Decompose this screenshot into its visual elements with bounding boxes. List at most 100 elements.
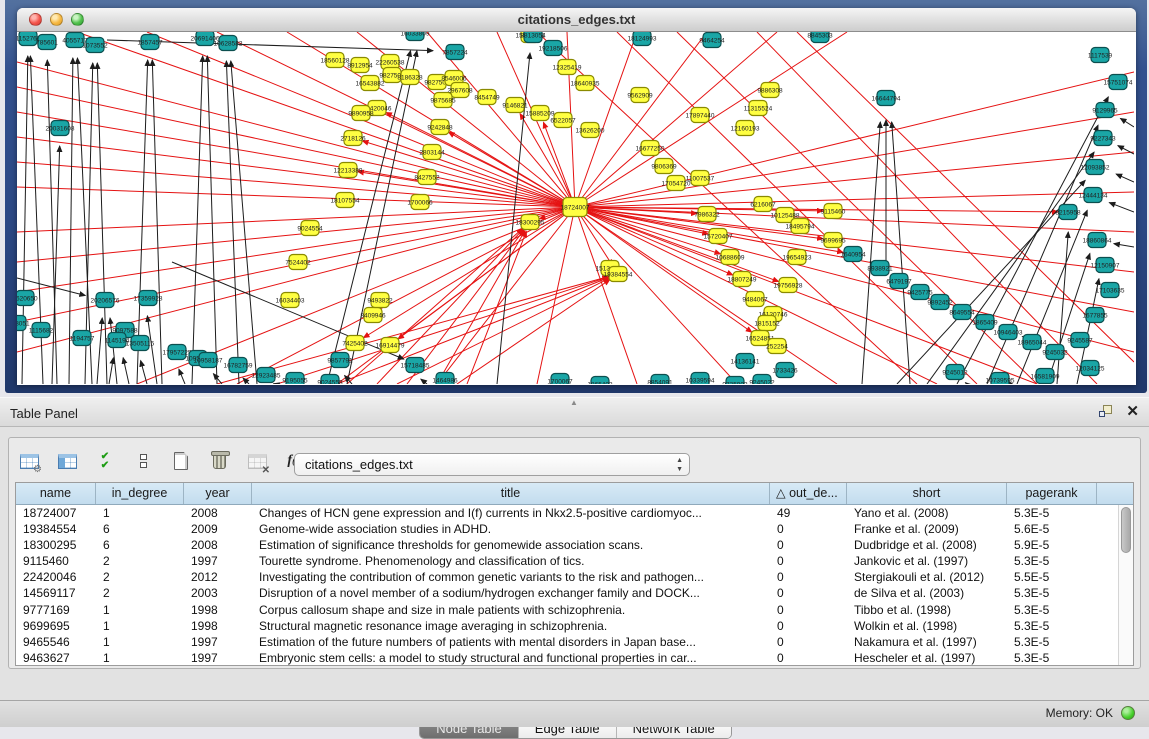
network-node[interactable]: 18107554 — [331, 193, 360, 208]
network-node[interactable]: 16581909 — [1031, 369, 1060, 384]
select-rows-icon[interactable]: ✔✔ — [93, 449, 117, 473]
table-selector-dropdown[interactable]: citations_edges.txt ▲▼ — [294, 453, 690, 476]
network-node[interactable]: 1857457 — [137, 35, 163, 50]
table-scrollbar[interactable] — [1118, 505, 1133, 665]
network-node[interactable]: 9886308 — [757, 83, 783, 98]
network-node[interactable]: 9242848 — [427, 120, 453, 135]
table-row[interactable]: 946554611997Estimation of the future num… — [16, 634, 1133, 650]
network-node[interactable]: 8854091 — [647, 375, 673, 385]
network-node[interactable]: 9735903 — [722, 377, 748, 385]
window-titlebar[interactable]: citations_edges.txt — [17, 8, 1136, 32]
scrollbar-thumb[interactable] — [1121, 507, 1131, 553]
network-node[interactable]: 6479197 — [886, 274, 912, 289]
network-node[interactable]: 9806369 — [651, 159, 677, 174]
network-node[interactable]: 2718126 — [340, 131, 366, 146]
network-node[interactable]: 8186328 — [397, 70, 423, 85]
table-row[interactable]: 1456911722003Disruption of a novel membe… — [16, 585, 1133, 601]
table-row[interactable]: 969969511998Structural magnetic resonanc… — [16, 618, 1133, 634]
network-node[interactable]: 9245012 — [942, 365, 968, 380]
table-row[interactable]: 946362711997Embryonic stem cells: a mode… — [16, 650, 1133, 666]
table-row[interactable]: 2242004622012Investigating the contribut… — [16, 569, 1133, 585]
delete-table-icon[interactable]: ✕ — [245, 449, 269, 473]
network-node[interactable]: 9892452 — [927, 295, 953, 310]
table-row[interactable]: 977716911998Corpus callosum shape and si… — [16, 602, 1133, 618]
column-header-title[interactable]: title — [252, 483, 770, 504]
network-node[interactable]: 785601 — [36, 35, 58, 50]
network-node[interactable]: 2620650 — [17, 291, 38, 306]
network-node[interactable]: 19218506 — [539, 41, 568, 56]
network-node[interactable]: 10946403 — [994, 325, 1023, 340]
network-node[interactable]: 1733426 — [772, 363, 798, 378]
network-node[interactable]: 14136141 — [731, 354, 760, 369]
network-canvas[interactable]: 1872400718560128891295422260538982750916… — [17, 32, 1134, 384]
network-node[interactable]: 7524402 — [285, 255, 311, 270]
network-node[interactable]: 18300295 — [516, 215, 545, 230]
network-node[interactable]: 1700067 — [547, 374, 573, 385]
create-column-icon[interactable] — [169, 449, 193, 473]
network-node[interactable]: 9227343 — [1090, 131, 1116, 146]
network-node[interactable]: 7425402 — [342, 336, 368, 351]
network-node[interactable]: 8215958 — [1055, 205, 1081, 220]
network-node[interactable]: 8912954 — [347, 58, 373, 73]
network-node[interactable]: 1117539 — [1088, 48, 1113, 63]
column-header-year[interactable]: year — [184, 483, 252, 504]
close-panel-icon[interactable]: ✕ — [1126, 404, 1139, 419]
network-node[interactable]: 8813054 — [520, 32, 546, 43]
network-node[interactable]: 1115682 — [29, 323, 54, 338]
network-node[interactable]: 9425775 — [907, 285, 933, 300]
network-node[interactable]: 2803144 — [419, 145, 445, 160]
network-node[interactable]: 16033809 — [401, 32, 430, 41]
network-node[interactable]: 9245032 — [1042, 345, 1068, 360]
column-header-indegree[interactable]: in_degree — [96, 483, 184, 504]
column-header-name[interactable]: name — [16, 483, 96, 504]
panel-resize-handle[interactable]: ▲ — [570, 398, 578, 407]
network-node[interactable]: 12160193 — [731, 121, 760, 136]
network-node[interactable]: 9464254 — [699, 33, 725, 48]
network-node[interactable]: 9146821 — [502, 98, 528, 113]
row-height-icon[interactable] — [131, 449, 155, 473]
network-node[interactable]: 16034403 — [276, 293, 305, 308]
network-node[interactable]: 9857791 — [327, 353, 353, 368]
network-node[interactable]: 1815152 — [754, 316, 780, 331]
network-node[interactable]: 7986322 — [694, 207, 720, 222]
network-node[interactable]: 9115460 — [821, 204, 846, 219]
network-node[interactable]: 12325419 — [553, 60, 582, 75]
network-node[interactable]: 18724007 — [561, 198, 590, 217]
network-node[interactable]: 1194757 — [70, 331, 95, 346]
network-graph[interactable]: 1872400718560128891295422260538982750916… — [17, 32, 1134, 384]
network-node[interactable]: 9245022 — [749, 375, 775, 385]
network-node[interactable]: 6216067 — [750, 197, 776, 212]
network-node[interactable]: 20206576 — [91, 293, 120, 308]
network-node[interactable]: 1640954 — [840, 247, 866, 262]
network-node[interactable]: 9890958 — [348, 106, 374, 121]
network-node[interactable]: 1073552 — [82, 38, 108, 53]
network-node[interactable]: 1700066 — [407, 195, 433, 210]
table-row[interactable]: 1938455462009Genome-wide association stu… — [16, 521, 1133, 537]
network-node[interactable]: 18965044 — [1018, 335, 1047, 350]
network-node[interactable]: 15751074 — [1104, 75, 1133, 90]
network-node[interactable]: 16644794 — [872, 91, 901, 106]
network-node[interactable]: 9484067 — [742, 292, 768, 307]
network-node[interactable]: 12093852 — [1081, 160, 1110, 175]
network-node[interactable]: 18124993 — [628, 32, 657, 46]
table-settings-icon[interactable]: ⚙ — [17, 449, 41, 473]
network-node[interactable]: 12213389 — [334, 163, 363, 178]
network-node[interactable]: 18640935 — [571, 76, 600, 91]
network-node[interactable]: 9195055 — [282, 373, 308, 385]
network-node[interactable]: 12034125 — [1076, 361, 1105, 376]
network-node[interactable]: 1677855 — [1082, 308, 1108, 323]
table-row[interactable]: 1872400712008Changes of HCN gene express… — [16, 505, 1133, 521]
network-node[interactable]: 17103635 — [1096, 283, 1125, 298]
network-node[interactable]: 10339594 — [686, 373, 715, 385]
network-node[interactable]: 8845303 — [807, 32, 833, 43]
network-node[interactable]: 9875685 — [430, 93, 456, 108]
table-row[interactable]: 911546021997Tourette syndrome. Phenomeno… — [16, 553, 1133, 569]
network-node[interactable]: 16677250 — [636, 141, 665, 156]
memory-status-indicator[interactable] — [1121, 706, 1135, 720]
delete-column-icon[interactable] — [207, 449, 231, 473]
table-row[interactable]: 1830029562008Estimation of significance … — [16, 537, 1133, 553]
network-node[interactable]: 9562909 — [627, 88, 653, 103]
network-node[interactable]: 9024554 — [297, 221, 323, 236]
network-node[interactable]: 8409946 — [360, 308, 386, 323]
network-node[interactable]: 1865403 — [587, 377, 613, 385]
